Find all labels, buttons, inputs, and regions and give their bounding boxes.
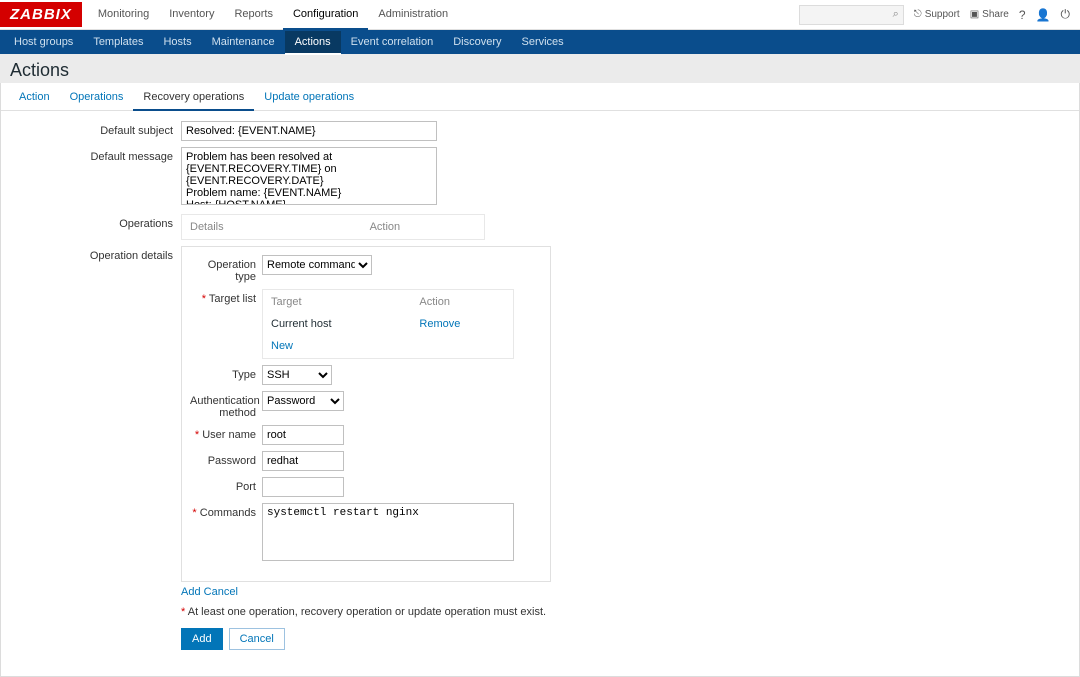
top-right: ⌕ ⎋Support ▣Share ? 👤 ⏻ [799,5,1080,25]
ops-col-details: Details [184,217,362,237]
topnav-configuration[interactable]: Configuration [283,0,368,31]
help-icon[interactable]: ? [1019,8,1026,22]
cancel-button[interactable]: Cancel [229,628,285,650]
port-input[interactable] [262,477,344,497]
password-label: Password [190,451,262,467]
target-remove-link[interactable]: Remove [419,318,460,330]
subnav-maintenance[interactable]: Maintenance [202,31,285,53]
target-new-link[interactable]: New [271,340,293,352]
content-header: Actions [0,54,1080,83]
tabs: Action Operations Recovery operations Up… [1,83,1079,111]
footnote: * At least one operation, recovery opera… [181,606,1069,618]
subnav-templates[interactable]: Templates [83,31,153,53]
operations-table: Details Action [181,214,485,240]
button-row: Add Cancel [181,628,1069,650]
operations-label: Operations [11,214,181,230]
tab-operations[interactable]: Operations [60,83,134,110]
username-input[interactable] [262,425,344,445]
target-list-table: Target Action Current host Remove New [262,289,514,359]
topnav-inventory[interactable]: Inventory [159,0,224,30]
user-icon[interactable]: 👤 [1036,8,1051,22]
inline-add-link[interactable]: Add [181,586,201,598]
brand-logo[interactable]: ZABBIX [0,2,82,27]
subnav-hostgroups[interactable]: Host groups [4,31,83,53]
target-col-action: Action [413,292,511,312]
top-bar: ZABBIX Monitoring Inventory Reports Conf… [0,0,1080,30]
tab-update-operations[interactable]: Update operations [254,83,364,110]
operation-type-select[interactable]: Remote command [262,255,372,275]
target-current-host: Current host [265,314,411,334]
topnav-administration[interactable]: Administration [368,0,458,30]
topnav-reports[interactable]: Reports [224,0,283,30]
search-input[interactable]: ⌕ [799,5,904,25]
page-title: Actions [10,60,1070,81]
target-list-label: Target list [190,289,262,305]
auth-method-select[interactable]: Password [262,391,344,411]
topnav-monitoring[interactable]: Monitoring [88,0,159,30]
form-area: Default subject Default message Operatio… [1,111,1079,676]
top-nav: Monitoring Inventory Reports Configurati… [88,0,458,30]
default-subject-label: Default subject [11,121,181,137]
subnav-eventcorrelation[interactable]: Event correlation [341,31,444,53]
operation-details-box: Operation type Remote command Target lis… [181,246,551,582]
tabs-wrapper: Action Operations Recovery operations Up… [0,83,1080,677]
subnav-services[interactable]: Services [512,31,574,53]
operation-details-label: Operation details [11,246,181,262]
share-icon: ▣ [970,9,979,20]
subnav-actions[interactable]: Actions [285,31,341,55]
port-label: Port [190,477,262,493]
tab-action[interactable]: Action [9,83,60,110]
ops-col-action: Action [364,217,482,237]
type-label: Type [190,365,262,381]
default-subject-input[interactable] [181,121,437,141]
inline-action-row: Add Cancel [181,586,551,598]
operation-type-label: Operation type [190,255,262,283]
subnav-discovery[interactable]: Discovery [443,31,511,53]
password-input[interactable] [262,451,344,471]
default-message-textarea[interactable] [181,147,437,205]
power-icon[interactable]: ⏻ [1061,7,1071,22]
subnav-hosts[interactable]: Hosts [153,31,201,53]
search-icon: ⌕ [893,8,899,21]
inline-cancel-link[interactable]: Cancel [204,586,238,598]
tab-recovery-operations[interactable]: Recovery operations [133,83,254,111]
username-label: User name [190,425,262,441]
target-col-target: Target [265,292,411,312]
add-button[interactable]: Add [181,628,223,650]
commands-textarea[interactable] [262,503,514,561]
sub-nav: Host groups Templates Hosts Maintenance … [0,30,1080,54]
default-message-label: Default message [11,147,181,163]
share-link[interactable]: ▣Share [970,9,1009,20]
type-select[interactable]: SSH [262,365,332,385]
support-icon: ⎋ [914,9,922,20]
support-link[interactable]: ⎋Support [914,9,960,20]
auth-method-label: Authentication method [190,391,262,419]
commands-label: Commands [190,503,262,519]
